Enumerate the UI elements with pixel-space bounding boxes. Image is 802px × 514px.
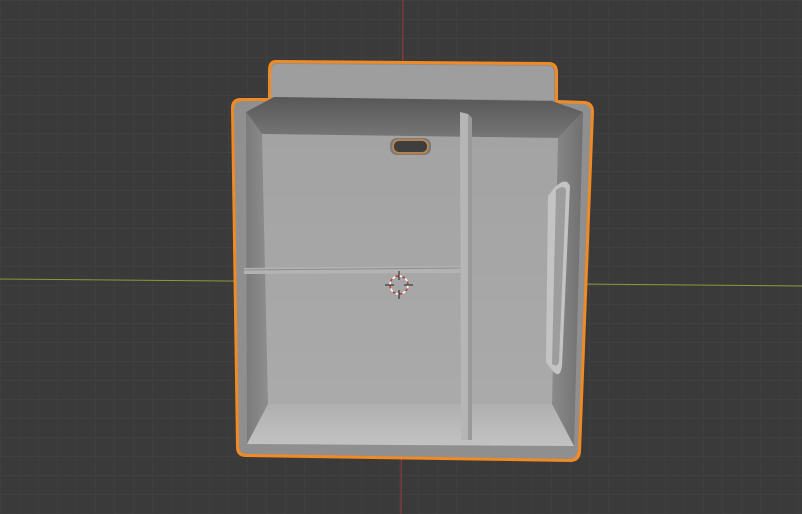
- viewport-scene[interactable]: [0, 0, 802, 514]
- divider-vertical-shadow: [468, 114, 472, 440]
- divider-vertical: [460, 112, 468, 440]
- lid-tab: [271, 64, 554, 100]
- inner-wall-top: [246, 97, 583, 138]
- 3d-viewport[interactable]: [0, 0, 802, 514]
- storage-tray[interactable]: [231, 60, 594, 462]
- inner-wall-bottom: [247, 404, 574, 446]
- handle-slot-hole: [394, 141, 427, 152]
